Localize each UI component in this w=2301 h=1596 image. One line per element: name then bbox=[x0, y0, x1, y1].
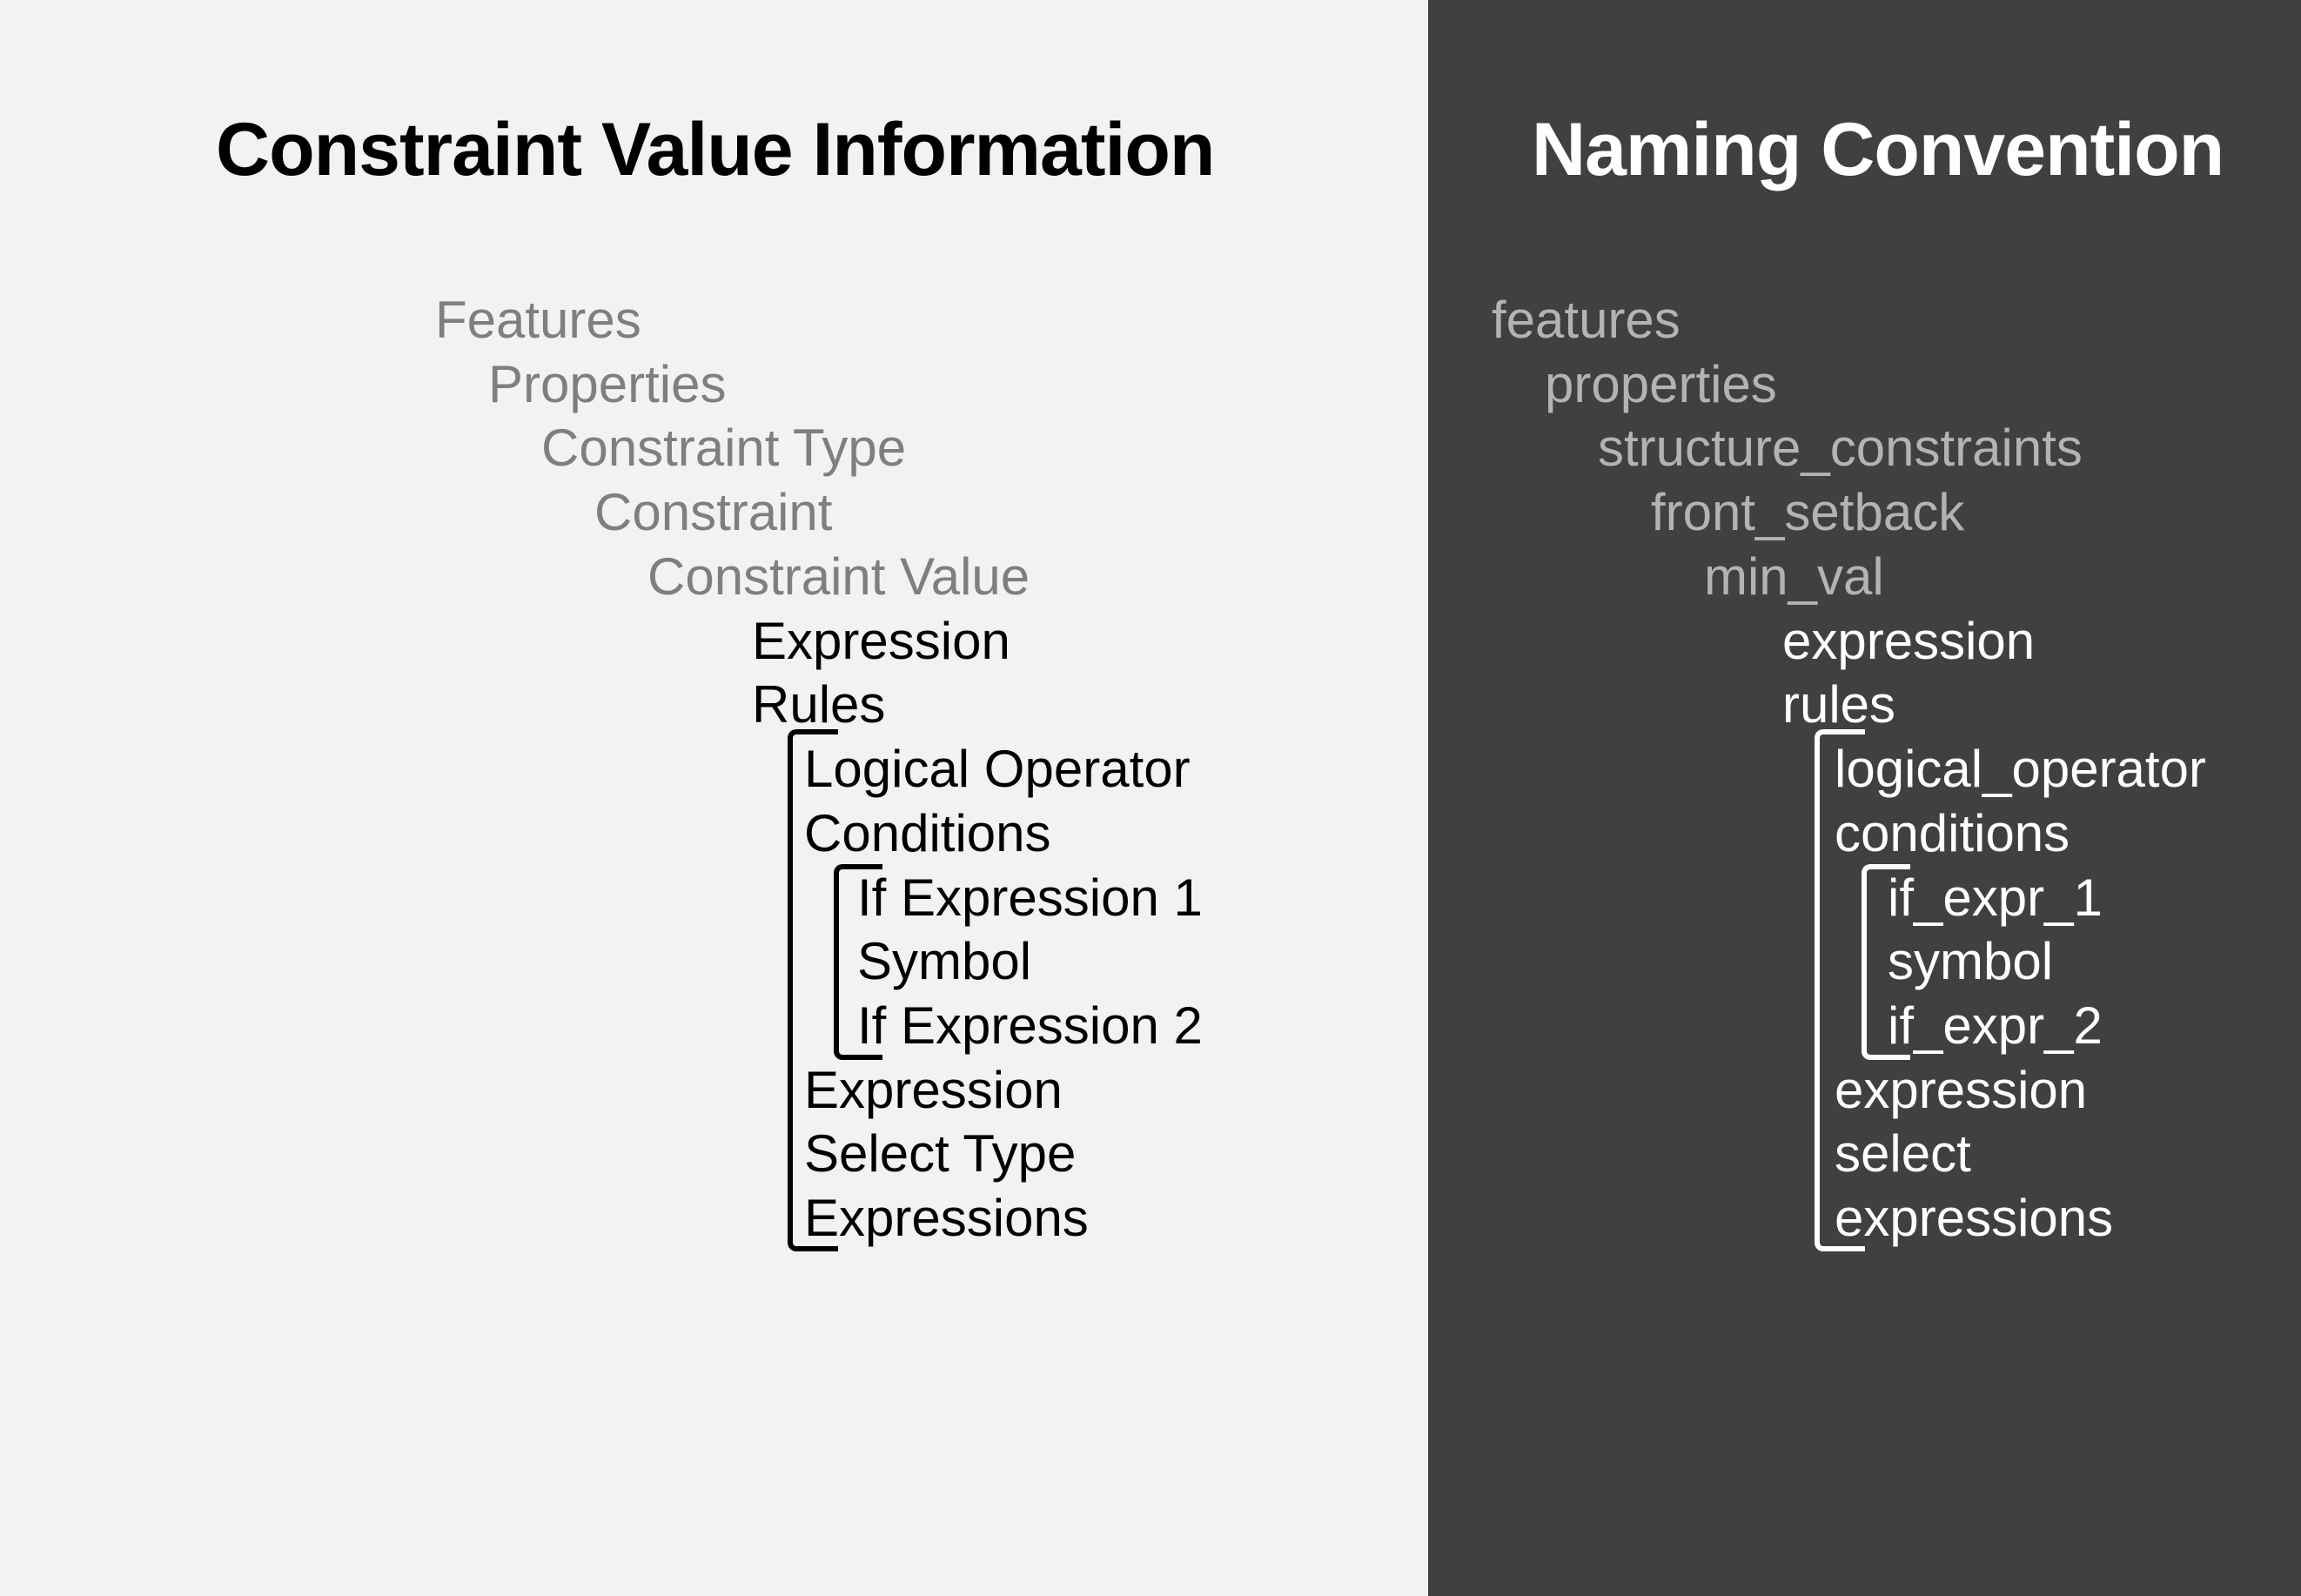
tree-item-front-setback: front_setback bbox=[1651, 483, 1965, 541]
naming-convention-panel: Naming Convention features properties st… bbox=[1428, 0, 2301, 1596]
tree-item-rules: Rules bbox=[752, 675, 886, 734]
tree-item-expressions: Expressions bbox=[804, 1189, 1089, 1247]
tree-item-select: select bbox=[1835, 1124, 1971, 1183]
tree-item-rule-expression: Expression bbox=[804, 1061, 1063, 1119]
tree-item-rules: rules bbox=[1782, 675, 1896, 734]
tree-item-select-type: Select Type bbox=[804, 1124, 1077, 1183]
tree-item-expression: expression bbox=[1782, 612, 2036, 670]
tree-item-symbol: symbol bbox=[1888, 932, 2054, 990]
constraint-info-panel: Constraint Value Information Features Pr… bbox=[0, 0, 1428, 1596]
tree-item-constraint-value: Constraint Value bbox=[647, 547, 1030, 606]
tree-item-logical-operator: logical_operator bbox=[1835, 740, 2206, 798]
tree-item-features: features bbox=[1492, 291, 1680, 349]
constraint-info-title: Constraint Value Information bbox=[216, 108, 1215, 191]
tree-item-if-expression-2: If Expression 2 bbox=[857, 996, 1203, 1055]
tree-item-constraint: Constraint bbox=[594, 483, 833, 541]
naming-convention-title: Naming Convention bbox=[1532, 108, 2224, 191]
tree-item-properties: properties bbox=[1545, 355, 1777, 413]
tree-item-conditions: Conditions bbox=[804, 804, 1051, 862]
tree-item-if-expr-1: if_expr_1 bbox=[1888, 868, 2103, 927]
tree-item-properties: Properties bbox=[488, 355, 727, 413]
tree-item-constraint-type: Constraint Type bbox=[541, 419, 907, 477]
tree-item-symbol: Symbol bbox=[857, 932, 1032, 990]
tree-item-min-val: min_val bbox=[1704, 547, 1884, 606]
tree-item-if-expression-1: If Expression 1 bbox=[857, 868, 1203, 927]
tree-item-expression: Expression bbox=[752, 612, 1010, 670]
tree-item-logical-operator: Logical Operator bbox=[804, 740, 1191, 798]
tree-item-expressions: expressions bbox=[1835, 1189, 2114, 1247]
tree-item-rule-expression: expression bbox=[1835, 1061, 2088, 1119]
tree-item-structure-constraints: structure_constraints bbox=[1598, 419, 2083, 477]
tree-item-conditions: conditions bbox=[1835, 804, 2070, 862]
tree-item-if-expr-2: if_expr_2 bbox=[1888, 996, 2103, 1055]
tree-item-features: Features bbox=[435, 291, 641, 349]
